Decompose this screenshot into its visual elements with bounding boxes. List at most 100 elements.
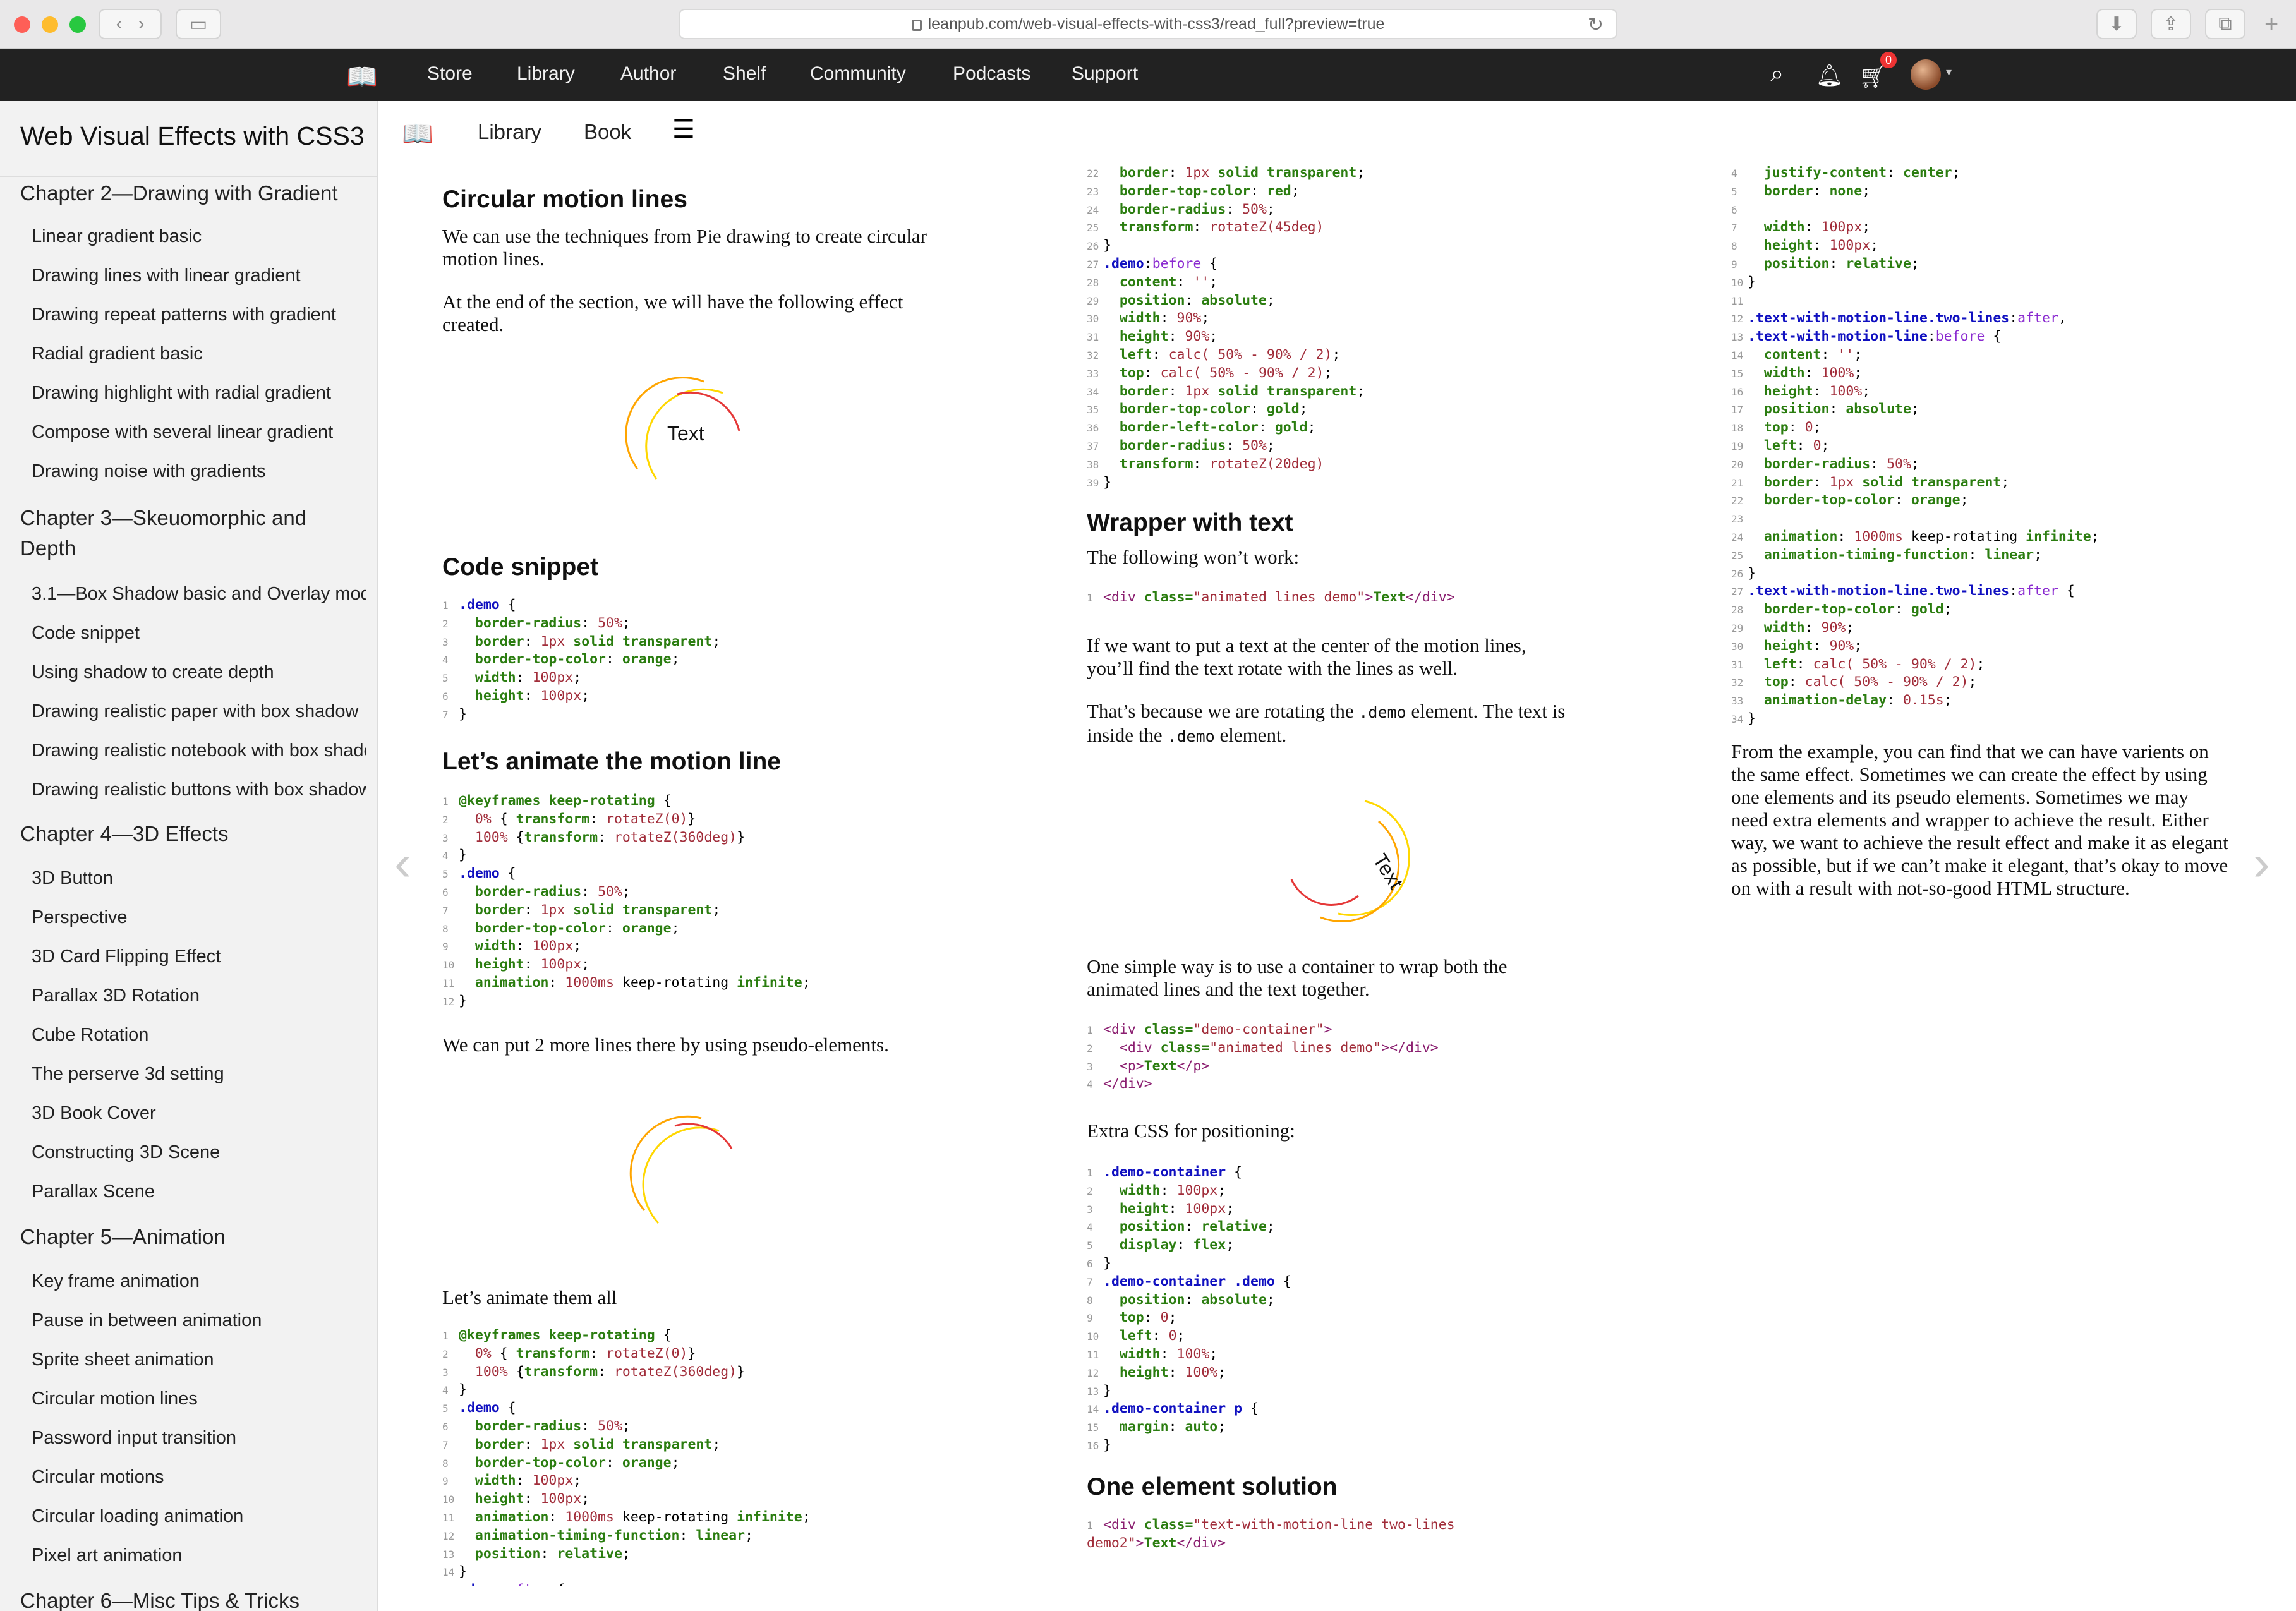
code-block: 1 .demo { 2 border-radius: 50%; 3 border:… [442,597,721,722]
code-block: 1 <div class="text-with-motion-line two-l… [1087,1517,1455,1551]
share-button[interactable]: ⇪ [2151,9,2191,39]
toc-section[interactable]: Constructing 3D Scene [32,1142,366,1163]
toc-chapter-6[interactable]: Chapter 6—Misc Tips & Tricks [20,1586,361,1611]
menu-icon[interactable]: ☰ [672,115,695,144]
toc-section[interactable]: Perspective [32,907,366,928]
toc-section[interactable]: Circular motion lines [32,1389,366,1409]
toc-section[interactable]: Drawing repeat patterns with gradient [32,305,366,325]
toc-section[interactable]: 3D Book Cover [32,1103,366,1124]
cart-icon[interactable]: 🛒︎ [1859,63,1888,90]
code-block: 4 justify-content: center; 5 border: non… [1731,165,2100,727]
avatar[interactable] [1911,59,1941,90]
bell-icon[interactable]: 🔔︎ [1816,63,1843,88]
demo-line-orange [629,1115,702,1211]
book-title[interactable]: Web Visual Effects with CSS3 [20,121,365,151]
toc-section[interactable]: Parallax 3D Rotation [32,986,366,1006]
inline-code: .demo [1358,703,1406,721]
back-forward-buttons[interactable]: ‹ › [99,9,162,39]
paragraph: That’s because we are rotating the .demo… [1087,700,1592,748]
section-heading: Code snippet [442,553,599,581]
reader-toolbar: 📖 Library Book ☰ [378,101,946,164]
toc-section[interactable]: Drawing realistic notebook with box shad… [32,740,366,761]
nav-author[interactable]: Author [620,63,676,85]
toc-section[interactable]: Parallax Scene [32,1181,366,1202]
minimize-window-button[interactable] [42,16,58,33]
demo-line-gold [642,1126,720,1224]
toc-section[interactable]: Circular loading animation [32,1506,366,1527]
nav-podcasts[interactable]: Podcasts [953,63,1030,85]
paragraph: We can use the techniques from Pie drawi… [442,225,927,270]
reader-library-link[interactable]: Library [478,120,541,144]
toc-section[interactable]: Drawing realistic paper with box shadow [32,701,366,722]
toc-section[interactable]: Cube Rotation [32,1025,366,1046]
book-icon[interactable]: 📖 [402,119,433,148]
paragraph: Let’s animate them all [442,1286,617,1308]
toc-section[interactable]: 3D Button [32,868,366,889]
downloads-button[interactable]: ⬇ [2096,9,2137,39]
cart-count-badge: 0 [1880,52,1897,68]
section-heading: One element solution [1087,1473,1338,1500]
caret-down-icon[interactable]: ▾ [1946,66,1952,79]
new-tab-icon[interactable]: + [2264,11,2278,39]
toc-section[interactable]: Sprite sheet animation [32,1349,366,1370]
section-heading: Circular motion lines [442,186,687,213]
zoom-window-button[interactable] [69,16,86,33]
code-block: 1 <div class="animated lines demo">Text</… [1087,589,1455,605]
code-block: 1 .demo-container { 2 width: 100px; 3 hei… [1087,1164,1291,1453]
tabs-icon: ⧉ [2218,13,2232,34]
toc-section[interactable]: Linear gradient basic [32,226,366,247]
toc-section[interactable]: Key frame animation [32,1271,366,1292]
search-icon[interactable]: ⌕ [1770,61,1784,88]
toc-section[interactable]: Code snippet [32,623,366,644]
toc-section[interactable]: Password input transition [32,1428,366,1449]
address-bar[interactable]: leanpub.com/web-visual-effects-with-css3… [679,9,1617,39]
code-block: 1 <div class="demo-container"> 2 <div cla… [1087,1022,1439,1092]
toc-section[interactable]: Drawing realistic buttons with box shado… [32,780,366,800]
browser-toolbar: ‹ › ▭ leanpub.com/web-visual-effects-wit… [0,0,2296,49]
toc-section[interactable]: Using shadow to create depth [32,662,366,683]
toc-section[interactable]: Pause in between animation [32,1310,366,1331]
nav-shelf[interactable]: Shelf [723,63,766,85]
inline-code: .demo [1167,727,1215,745]
toc-chapter-5[interactable]: Chapter 5—Animation [20,1222,361,1252]
toc-section[interactable]: Drawing lines with linear gradient [32,265,366,286]
lock-icon [911,20,922,31]
paragraph: One simple way is to use a container to … [1087,955,1508,1000]
code-block: 1 @keyframes keep-rotating { 2 0% { trans… [442,793,811,1009]
nav-support[interactable]: Support [1072,63,1138,85]
toc-chapter-2[interactable]: Chapter 2—Drawing with Gradient [20,178,361,208]
toc-section[interactable]: Compose with several linear gradient [32,422,366,443]
demo-line-red [1290,879,1359,906]
previous-page-arrow[interactable]: ‹ [394,834,411,892]
nav-store[interactable]: Store [427,63,473,85]
tabs-button[interactable]: ⧉ [2205,9,2245,39]
site-navbar: 📖 Store Library Author Shelf Community P… [0,49,2296,101]
toc-section[interactable]: 3D Card Flipping Effect [32,946,366,967]
section-heading: Let’s animate the motion line [442,748,781,775]
toc-section[interactable]: Drawing highlight with radial gradient [32,383,366,404]
motion-lines-demo-3: Text [1290,800,1410,922]
toc-section[interactable]: Radial gradient basic [32,344,366,365]
sidebar-toggle-button[interactable]: ▭ [176,9,221,39]
nav-community[interactable]: Community [810,63,906,85]
demo-text: Text [667,422,704,445]
reader-book-link[interactable]: Book [584,120,631,144]
chevron-right-icon[interactable]: › [138,13,145,35]
chevron-left-icon[interactable]: ‹ [116,13,122,35]
book-logo-icon[interactable]: 📖 [346,62,378,92]
toc-section[interactable]: 3.1—Box Shadow basic and Overlay mode [32,584,366,605]
paragraph: From the example, you can find that we c… [1731,740,2228,899]
toc-section[interactable]: Pixel art animation [32,1545,366,1566]
toc-section[interactable]: The perserve 3d setting [32,1064,366,1085]
nav-library[interactable]: Library [517,63,575,85]
reload-icon[interactable]: ↻ [1588,14,1604,36]
toc-chapter-3[interactable]: Chapter 3—Skeuomorphic and Depth [20,503,349,564]
code-block: 1 @keyframes keep-rotating { 2 0% { trans… [442,1327,811,1586]
close-window-button[interactable] [14,16,30,33]
next-page-arrow[interactable]: › [2253,834,2270,892]
toc-section[interactable]: Circular motions [32,1467,366,1488]
toc-section[interactable]: Drawing noise with gradients [32,461,366,482]
text: That’s because we are rotating the [1087,700,1359,722]
toc-chapter-4[interactable]: Chapter 4—3D Effects [20,819,361,849]
motion-lines-demo-2 [629,1115,733,1224]
